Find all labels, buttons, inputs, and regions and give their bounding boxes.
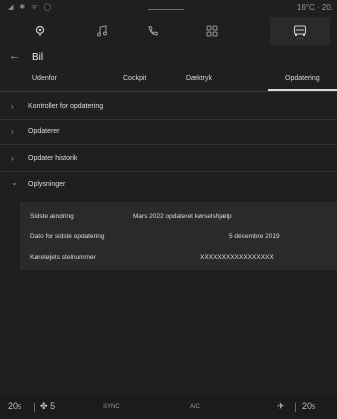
- driver-temperature[interactable]: 205: [8, 401, 21, 411]
- status-temp-time: 16°C · 20.: [296, 3, 333, 12]
- nav-media-button[interactable]: [74, 17, 130, 45]
- top-navigation: ⋯: [0, 17, 337, 45]
- passenger-temperature[interactable]: 205: [302, 401, 315, 411]
- separator: [295, 403, 296, 412]
- tab-cockpit[interactable]: Cockpit: [123, 75, 146, 82]
- info-row-vin: Køretøjets stelnummer XXXXXXXXXXXXXXXXX: [20, 247, 337, 267]
- map-pin-icon: [34, 25, 46, 37]
- info-row-last-change: Sidste ændring Mars 2022 opdateret kørse…: [20, 206, 337, 226]
- status-icons: ◢ ✱ ᯤ ◯: [8, 4, 54, 11]
- nav-phone-button[interactable]: [125, 17, 181, 45]
- ac-button[interactable]: A/C: [190, 404, 200, 410]
- tab-bar: Udenfor Cockpit Dæktryk Opdatering: [0, 69, 337, 92]
- section-label: Kontroller for opdatering: [28, 103, 104, 110]
- status-divider: [148, 9, 184, 10]
- separator: [34, 403, 35, 412]
- nav-apps-button[interactable]: [184, 17, 240, 45]
- back-arrow-icon[interactable]: ←: [9, 50, 20, 62]
- chevron-right-icon: ›: [11, 127, 14, 136]
- info-value: Mars 2022 opdateret kørselshjælp: [133, 213, 232, 220]
- tab-opdatering[interactable]: Opdatering: [285, 75, 320, 82]
- music-note-icon: [96, 25, 108, 37]
- info-key: Sidste ændring: [30, 213, 74, 220]
- section-label: Opdater historik: [28, 155, 78, 162]
- information-panel: Sidste ændring Mars 2022 opdateret kørse…: [20, 202, 337, 270]
- active-tab-indicator: [268, 89, 337, 91]
- section-updating[interactable]: › Opdaterer: [0, 120, 337, 145]
- status-bar: ◢ ✱ ᯤ ◯ 16°C · 20.: [0, 0, 337, 17]
- fan-speed[interactable]: ✤ 5: [40, 401, 55, 412]
- info-key: Køretøjets stelnummer: [30, 254, 96, 261]
- section-label: Opdaterer: [28, 128, 60, 135]
- section-label: Oplysninger: [28, 181, 66, 188]
- section-check-update[interactable]: › Kontroller for opdatering: [0, 95, 337, 120]
- nav-vehicle-button[interactable]: ⋯: [270, 17, 330, 45]
- climate-bar: 205 ✤ 5 SYNC A/C ✈ 205: [0, 394, 337, 419]
- chevron-down-icon: ⌄: [11, 178, 18, 187]
- info-value: XXXXXXXXXXXXXXXXX: [200, 254, 274, 261]
- page-title: Bil: [32, 52, 44, 63]
- phone-icon: [147, 25, 159, 37]
- section-update-history[interactable]: › Opdater historik: [0, 147, 337, 172]
- more-dots-icon: ⋯: [296, 36, 304, 43]
- info-value: 5 décembre 2019: [229, 233, 280, 240]
- tab-udenfor[interactable]: Udenfor: [32, 75, 57, 82]
- chevron-right-icon: ›: [11, 154, 14, 163]
- info-key: Dato for sidste opdatering: [30, 233, 105, 240]
- fan-icon: ✤: [40, 401, 48, 411]
- nav-map-button[interactable]: [12, 17, 68, 45]
- info-row-last-update-date: Dato for sidste opdatering 5 décembre 20…: [20, 226, 337, 246]
- apps-grid-icon: [206, 25, 218, 37]
- chevron-right-icon: ›: [11, 102, 14, 111]
- section-information[interactable]: ⌄ Oplysninger: [0, 173, 337, 197]
- sync-button[interactable]: SYNC: [103, 404, 120, 410]
- title-bar: ← Bil: [0, 48, 337, 68]
- tab-daektryk[interactable]: Dæktryk: [186, 75, 212, 82]
- defrost-icon[interactable]: ✈: [277, 401, 285, 412]
